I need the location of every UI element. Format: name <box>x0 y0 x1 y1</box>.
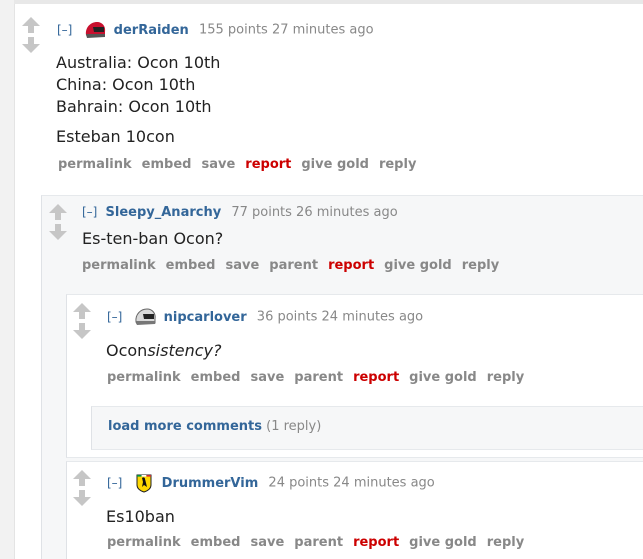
report-button[interactable]: report <box>328 258 374 273</box>
save-button[interactable]: save <box>250 535 284 550</box>
body-line: China: Ocon 10th <box>56 75 196 94</box>
permalink-button[interactable]: permalink <box>82 258 156 273</box>
give-gold-button[interactable]: give gold <box>409 535 477 550</box>
comment-body: Australia: Ocon 10th China: Ocon 10th Ba… <box>56 52 220 148</box>
downvote-arrow-icon[interactable] <box>72 489 92 507</box>
load-more-link[interactable]: load more comments <box>108 419 262 434</box>
comment-actions: permalink embed save parent report give gold r… <box>82 258 509 273</box>
parent-comment-margin <box>0 0 15 559</box>
permalink-button[interactable]: permalink <box>107 370 181 385</box>
body-line: Bahrain: Ocon 10th <box>56 97 212 116</box>
author-link[interactable]: Sleepy_Anarchy <box>106 205 222 220</box>
helmet-flair-icon <box>134 308 156 325</box>
vote-arrows <box>72 302 92 340</box>
upvote-arrow-icon[interactable] <box>21 16 41 34</box>
downvote-arrow-icon[interactable] <box>72 322 92 340</box>
reply-button[interactable]: reply <box>462 258 499 273</box>
body-plain-text: Ocon <box>106 341 148 360</box>
permalink-button[interactable]: permalink <box>107 535 181 550</box>
vote-arrows <box>48 203 68 241</box>
score-and-time: 36 points 24 minutes ago <box>256 309 424 325</box>
give-gold-button[interactable]: give gold <box>384 258 452 273</box>
comment-tagline: [–] derRaiden 155 points 27 minutes ago <box>57 20 374 40</box>
report-button[interactable]: report <box>245 157 291 172</box>
reply-button[interactable]: reply <box>487 370 524 385</box>
save-button[interactable]: save <box>225 258 259 273</box>
score-and-time: 155 points 27 minutes ago <box>198 22 374 38</box>
body-line: Esteban 10con <box>56 127 175 146</box>
score-and-time: 24 points 24 minutes ago <box>268 475 435 491</box>
permalink-button[interactable]: permalink <box>58 157 132 172</box>
reply-button[interactable]: reply <box>487 535 524 550</box>
report-button[interactable]: report <box>353 370 399 385</box>
load-more-comments: load more comments (1 reply) <box>108 419 321 434</box>
reply-button[interactable]: reply <box>379 157 416 172</box>
comment-body: Es10ban <box>106 506 175 528</box>
body-line: Australia: Ocon 10th <box>56 53 221 72</box>
downvote-arrow-icon[interactable] <box>21 36 41 54</box>
body-line: Oconsistency? <box>106 340 221 362</box>
give-gold-button[interactable]: give gold <box>301 157 369 172</box>
body-italic-text: sistency? <box>147 341 222 360</box>
collapse-toggle[interactable]: [–] <box>107 476 122 490</box>
embed-button[interactable]: embed <box>142 157 192 172</box>
author-link[interactable]: derRaiden <box>114 23 189 38</box>
embed-button[interactable]: embed <box>166 258 216 273</box>
comment-tagline: [–] Sleepy_Anarchy 77 points 26 minutes … <box>82 203 398 222</box>
comment-body: Oconsistency? <box>106 340 221 362</box>
embed-button[interactable]: embed <box>191 370 241 385</box>
comment-actions: permalink embed save parent report give gold r… <box>107 535 534 550</box>
collapse-toggle[interactable]: [–] <box>57 23 72 37</box>
author-link[interactable]: DrummerVim <box>162 476 259 491</box>
downvote-arrow-icon[interactable] <box>48 223 68 241</box>
collapse-toggle[interactable]: [–] <box>107 310 122 324</box>
upvote-arrow-icon[interactable] <box>48 203 68 221</box>
parent-button[interactable]: parent <box>269 258 318 273</box>
vote-arrows <box>72 469 92 507</box>
author-link[interactable]: nipcarlover <box>164 310 247 325</box>
comment-tagline: [–] DrummerVim 24 points 24 minutes ago <box>107 473 435 493</box>
give-gold-button[interactable]: give gold <box>409 370 477 385</box>
comment-tagline: [–] nipcarlover 36 points 24 minutes ago <box>107 307 423 327</box>
report-button[interactable]: report <box>353 535 399 550</box>
parent-button[interactable]: parent <box>294 370 343 385</box>
save-button[interactable]: save <box>250 370 284 385</box>
embed-button[interactable]: embed <box>191 535 241 550</box>
comment-actions: permalink embed save parent report give gold r… <box>107 370 534 385</box>
load-more-count: (1 reply) <box>266 419 322 434</box>
vote-arrows <box>21 16 41 54</box>
upvote-arrow-icon[interactable] <box>72 469 92 487</box>
comment-body: Es-ten-ban Ocon? <box>82 228 223 250</box>
comment-actions: permalink embed save report give gold reply <box>58 157 426 172</box>
score-and-time: 77 points 26 minutes ago <box>231 205 398 220</box>
parent-button[interactable]: parent <box>294 535 343 550</box>
helmet-flair-icon <box>85 22 105 38</box>
save-button[interactable]: save <box>201 157 235 172</box>
ferrari-flair-icon <box>136 474 152 493</box>
body-line: Es10ban <box>106 507 175 526</box>
collapse-toggle[interactable]: [–] <box>82 205 97 219</box>
body-line: Es-ten-ban Ocon? <box>82 229 224 248</box>
upvote-arrow-icon[interactable] <box>72 302 92 320</box>
